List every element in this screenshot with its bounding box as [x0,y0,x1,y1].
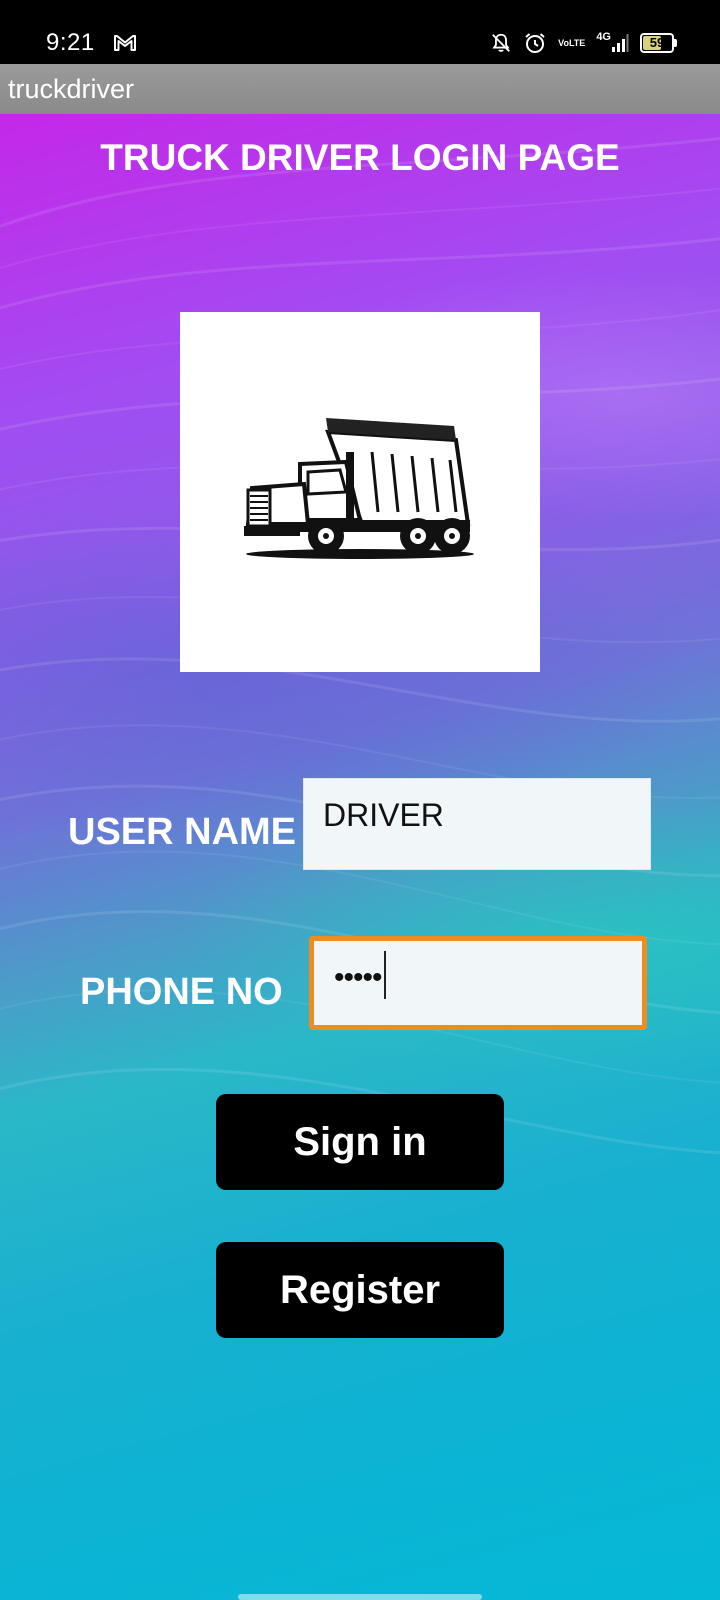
page-title: TRUCK DRIVER LOGIN PAGE [100,137,620,178]
app-title: truckdriver [8,74,135,104]
volte-indicator: Vo LTE [558,38,585,48]
notifications-off-icon [490,32,512,54]
app-bar: truckdriver [0,64,720,114]
dump-truck-icon [244,418,474,559]
volte-bottom: LTE [568,38,586,48]
username-value: DRIVER [323,797,444,833]
signal-icon: 4G [596,31,629,53]
text-cursor [383,951,386,999]
volte-top: Vo [558,38,569,48]
battery-body: 59 [640,33,677,53]
gmail-icon [114,35,136,51]
status-bar: 9:21 Vo LTE 4G 59 [0,0,720,64]
username-field[interactable]: DRIVER [303,778,651,870]
battery-icon: 59 [640,33,677,53]
truck-logo [180,312,540,672]
phone-label: PHONE NO [80,971,283,1013]
network-type: 4G [596,31,611,43]
navigation-handle[interactable] [238,1594,482,1600]
status-time: 9:21 [46,29,95,56]
phone-value: ••••• [334,960,383,994]
login-content: TRUCK DRIVER LOGIN PAGE USER NAME DRIVER… [0,114,720,1600]
sign-in-button[interactable]: Sign in [216,1094,504,1190]
phone-field[interactable]: ••••• [309,936,647,1030]
register-button[interactable]: Register [216,1242,504,1338]
battery-level: 59 [649,35,665,50]
status-icons: Vo LTE 4G 59 [479,30,677,56]
alarm-icon [523,31,547,55]
screen: 9:21 Vo LTE 4G 59 truckdriver TRUCK DRIV… [0,0,720,1600]
username-label: USER NAME [68,811,297,853]
